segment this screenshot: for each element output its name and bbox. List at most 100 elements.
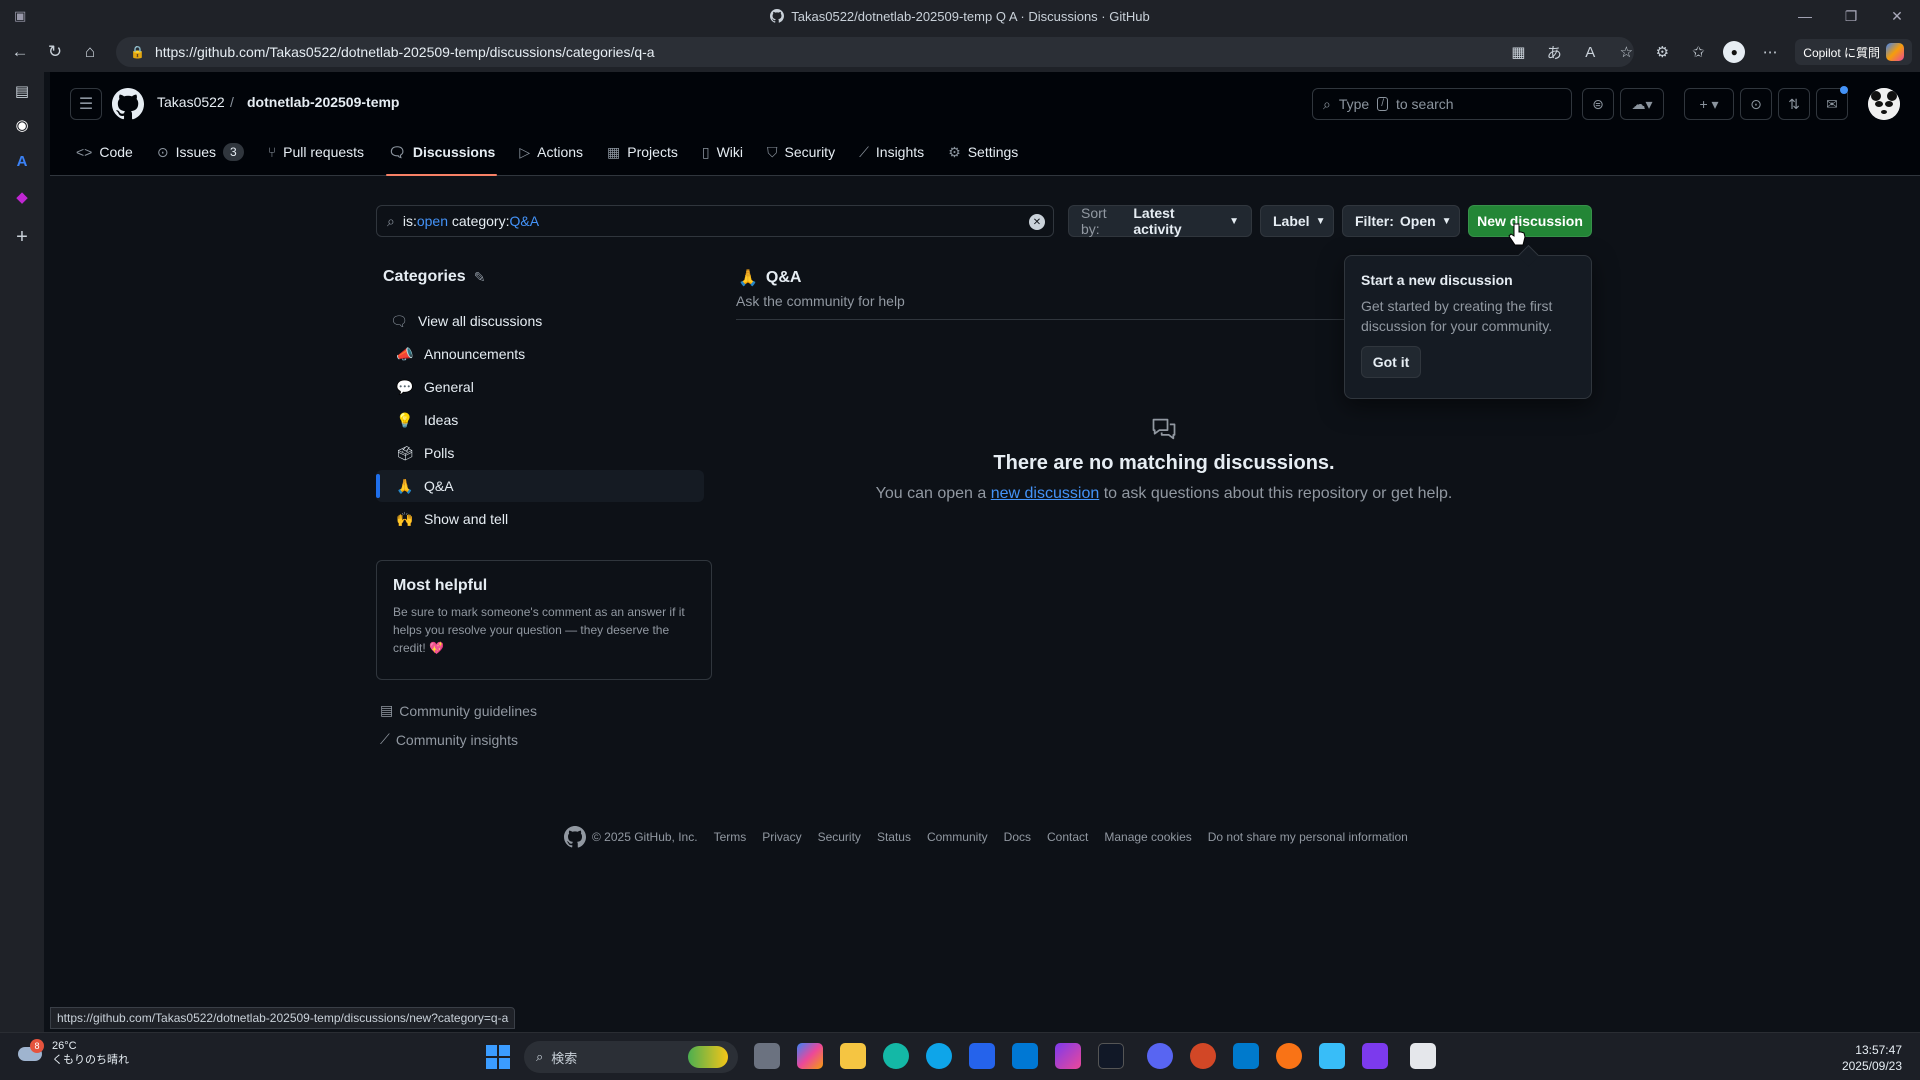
translate-icon[interactable]: あ [1543, 41, 1565, 63]
footer-link-status[interactable]: Status [877, 830, 911, 844]
tab-projects[interactable]: ▦ Projects [597, 128, 688, 176]
discussions-search-input[interactable]: ⌕ is:open category:Q&A ✕ [376, 205, 1054, 237]
reload-icon[interactable]: ↻ [43, 40, 67, 64]
label-button[interactable]: Label ▼ [1260, 205, 1334, 237]
footer-link-manage-cookies[interactable]: Manage cookies [1104, 830, 1191, 844]
footer-link-do-not-share[interactable]: Do not share my personal information [1208, 830, 1408, 844]
tab-pull-requests[interactable]: ⑂ Pull requests [258, 128, 374, 176]
terminal-icon[interactable] [1098, 1043, 1124, 1069]
category-label: General [424, 379, 474, 395]
category-announcements[interactable]: 📣 Announcements [376, 338, 704, 370]
dev-home-icon[interactable] [1362, 1043, 1388, 1069]
photos-icon[interactable] [969, 1043, 995, 1069]
menu-icon[interactable]: ☰ [70, 88, 102, 120]
most-helpful-text: Be sure to mark someone's comment as an … [393, 603, 695, 657]
sort-value: Latest activity [1133, 205, 1182, 237]
issues-counter: 3 [223, 143, 244, 161]
category-show-and-tell[interactable]: 🙌 Show and tell [376, 503, 704, 535]
community-guidelines-link[interactable]: ▤ Community guidelines [380, 702, 537, 719]
pencil-icon[interactable]: ✎ [474, 269, 486, 286]
outlook-icon[interactable] [1012, 1043, 1038, 1069]
footer-link-security[interactable]: Security [818, 830, 861, 844]
search-icon: ⌕ [1323, 95, 1331, 112]
postman-icon[interactable] [1276, 1043, 1302, 1069]
taskbar-search-input[interactable]: ⌕ 検索 [524, 1041, 738, 1073]
filter-button[interactable]: Filter: Open ▼ [1342, 205, 1460, 237]
add-icon[interactable]: + [11, 226, 33, 248]
global-search-input[interactable]: ⌕ Type / to search [1312, 88, 1572, 120]
tab-code[interactable]: <> Code [66, 128, 143, 176]
copilot-chat-icon[interactable]: ⊜ [1582, 88, 1614, 120]
weather-widget[interactable]: 8 26°C くもりのち晴れ [16, 1039, 129, 1067]
create-new-icon[interactable]: + ▾ [1684, 88, 1734, 120]
tab-settings[interactable]: ⚙ Settings [938, 128, 1028, 176]
copilot-app-icon[interactable] [797, 1043, 823, 1069]
address-bar[interactable]: 🔒 https://github.com/Takas0522/dotnetlab… [116, 37, 1634, 67]
m365-icon[interactable] [1055, 1043, 1081, 1069]
app-icon[interactable]: ◆ [11, 186, 33, 208]
got-it-button[interactable]: Got it [1361, 346, 1421, 378]
tabs-icon[interactable]: ▤ [11, 80, 33, 102]
footer-link-terms[interactable]: Terms [714, 830, 747, 844]
task-view-icon[interactable] [754, 1043, 780, 1069]
restore-icon[interactable]: ❐ [1828, 0, 1874, 32]
file-explorer-icon[interactable] [840, 1043, 866, 1069]
user-avatar[interactable] [1868, 88, 1900, 120]
pull-requests-icon[interactable]: ⇅ [1778, 88, 1810, 120]
footer: © 2025 GitHub, Inc. Terms Privacy Securi… [564, 826, 1408, 848]
clear-search-icon[interactable]: ✕ [1029, 214, 1045, 230]
footer-link-contact[interactable]: Contact [1047, 830, 1088, 844]
close-icon[interactable]: ✕ [1874, 0, 1920, 32]
tab-wiki[interactable]: ▯ Wiki [692, 128, 753, 176]
breadcrumb-owner[interactable]: Takas0522 [157, 94, 225, 110]
taskbar-clock[interactable]: 13:57:47 2025/09/23 [1842, 1042, 1902, 1074]
windows-start-icon[interactable] [484, 1043, 512, 1071]
home-icon[interactable]: ⌂ [78, 40, 102, 64]
minimize-icon[interactable]: — [1782, 0, 1828, 32]
extensions-icon[interactable]: ⚙ [1651, 41, 1673, 63]
powerpoint-icon[interactable] [1190, 1043, 1216, 1069]
github-tab-icon[interactable]: ◉ [11, 114, 33, 136]
footer-link-community[interactable]: Community [927, 830, 988, 844]
category-general[interactable]: 💬 General [376, 371, 704, 403]
tab-issues[interactable]: ⊙ Issues 3 [147, 128, 254, 176]
footer-link-privacy[interactable]: Privacy [762, 830, 801, 844]
new-discussion-link[interactable]: new discussion [991, 485, 1100, 502]
favorites-icon[interactable]: ✩ [1687, 41, 1709, 63]
category-polls[interactable]: 🗳 Polls [376, 437, 704, 469]
copilot-menu-icon[interactable]: ☁▾ [1620, 88, 1664, 120]
reader-view-icon[interactable]: ▦ [1507, 41, 1529, 63]
breadcrumb-repo[interactable]: dotnetlab-202509-temp [247, 94, 399, 110]
tab-security[interactable]: ⛉ Security [757, 128, 845, 176]
vscode-icon[interactable] [1233, 1043, 1259, 1069]
tab-discussions[interactable]: 🗨 Discussions [378, 128, 505, 176]
new-discussion-button[interactable]: New discussion [1468, 205, 1592, 237]
back-icon[interactable]: ← [8, 40, 32, 64]
profile-avatar[interactable]: ● [1723, 41, 1746, 63]
tab-insights[interactable]: ⟋ Insights [849, 128, 934, 176]
footer-link-docs[interactable]: Docs [1004, 830, 1031, 844]
github-footer-logo-icon[interactable] [564, 826, 586, 848]
community-insights-label: Community insights [395, 731, 518, 748]
notepad-icon[interactable] [1319, 1043, 1345, 1069]
azure-icon[interactable]: A [11, 150, 33, 172]
discord-icon[interactable] [1147, 1043, 1173, 1069]
github-logo-icon[interactable] [112, 88, 144, 120]
pull-request-icon: ⑂ [267, 144, 277, 160]
favorite-star-icon[interactable]: ☆ [1615, 41, 1637, 63]
tab-actions[interactable]: ▷ Actions [509, 128, 593, 176]
category-description: Ask the community for help [736, 293, 905, 309]
more-icon[interactable]: ⋯ [1759, 41, 1781, 63]
category-q-and-a[interactable]: 🙏 Q&A [376, 470, 704, 502]
copilot-button[interactable]: Copilot に質問 [1795, 39, 1912, 65]
category-view-all[interactable]: 🗨 View all discussions [376, 305, 704, 337]
snipping-tool-icon[interactable] [1410, 1043, 1436, 1069]
category-ideas[interactable]: 💡 Ideas [376, 404, 704, 436]
read-aloud-icon[interactable]: A [1579, 41, 1601, 63]
issues-icon[interactable]: ⊙ [1740, 88, 1772, 120]
lock-icon[interactable]: 🔒 [130, 45, 145, 59]
sort-button[interactable]: Sort by: Latest activity ▼ [1068, 205, 1252, 237]
edge-icon[interactable] [926, 1043, 952, 1069]
edge-dev-icon[interactable] [883, 1043, 909, 1069]
community-insights-link[interactable]: ⟋ Community insights [380, 731, 518, 748]
